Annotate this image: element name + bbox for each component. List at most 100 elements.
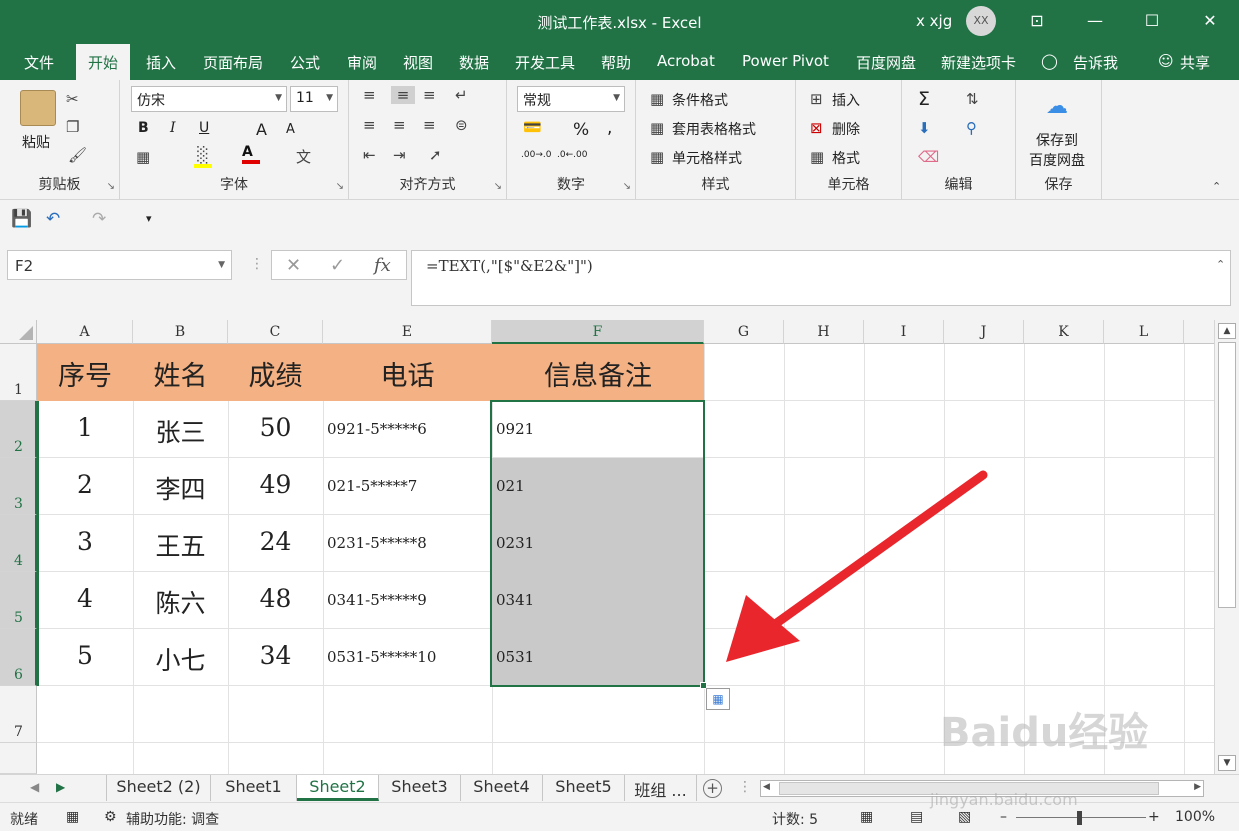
format-cells-icon[interactable]: ▦: [810, 148, 824, 166]
cell-b4[interactable]: 王五: [133, 527, 228, 563]
add-sheet-button[interactable]: +: [703, 779, 722, 798]
tab-baidu-netdisk[interactable]: 百度网盘: [856, 52, 916, 73]
row-header-3[interactable]: 3: [0, 458, 37, 515]
cell-b6[interactable]: 小七: [133, 641, 228, 677]
percent-button[interactable]: %: [573, 120, 589, 140]
share-icon[interactable]: ☺: [1158, 52, 1174, 70]
cell-e6[interactable]: 0531-5*****10: [323, 648, 492, 666]
customize-qat-icon[interactable]: ▾: [146, 212, 152, 225]
align-left-icon[interactable]: ≡: [363, 116, 376, 134]
close-button[interactable]: ✕: [1196, 8, 1224, 34]
scroll-left-icon[interactable]: ◀: [763, 782, 770, 792]
row-header-8[interactable]: [0, 743, 37, 774]
macro-record-icon[interactable]: ▦: [66, 809, 79, 825]
column-header-j[interactable]: J: [944, 320, 1024, 344]
cell-b2[interactable]: 张三: [133, 413, 228, 449]
sheet-tab-sheet5[interactable]: Sheet5: [543, 775, 625, 801]
tab-power-pivot[interactable]: Power Pivot: [742, 52, 829, 70]
save-icon[interactable]: 💾: [11, 209, 32, 229]
wrap-text-icon[interactable]: ↵: [455, 86, 468, 104]
grow-font-button[interactable]: A: [256, 120, 267, 139]
orientation-icon[interactable]: ➚: [429, 146, 442, 164]
lightbulb-icon[interactable]: ◯: [1041, 52, 1058, 70]
cell-e5[interactable]: 0341-5*****9: [323, 591, 492, 609]
sheet-tab-sheet3[interactable]: Sheet3: [379, 775, 461, 801]
sheet-tab-sheet2-2[interactable]: Sheet2 (2): [106, 775, 211, 801]
accessibility-icon[interactable]: ⚙: [104, 809, 117, 825]
format-cells-button[interactable]: 格式: [832, 148, 860, 168]
format-painter-icon[interactable]: 🖌: [68, 146, 87, 164]
alignment-launcher-icon[interactable]: ↘: [494, 181, 502, 192]
cell-a6[interactable]: 5: [37, 641, 133, 670]
column-header-b[interactable]: B: [133, 320, 228, 344]
drag-handle-icon[interactable]: ⋮: [250, 256, 264, 272]
cell-e2[interactable]: 0921-5*****6: [323, 420, 492, 438]
save-to-line1[interactable]: 保存到: [1036, 130, 1078, 150]
header-cell-note[interactable]: 信息备注: [492, 354, 704, 393]
fill-icon[interactable]: ⬇: [918, 119, 931, 137]
cell-c3[interactable]: 49: [228, 470, 323, 499]
formula-input[interactable]: =TEXT(,"[$"&E2&"]"): [411, 250, 1231, 306]
vertical-scroll-thumb[interactable]: [1218, 342, 1236, 608]
sheet-next-icon[interactable]: ▶: [56, 780, 65, 794]
tab-new-tab[interactable]: 新建选项卡: [941, 52, 1016, 73]
paste-button[interactable]: 粘贴: [22, 132, 50, 152]
collapse-formula-icon[interactable]: ⌃: [1216, 258, 1225, 271]
sheet-prev-icon[interactable]: ◀: [30, 780, 39, 794]
cell-c5[interactable]: 48: [228, 584, 323, 613]
insert-cells-icon[interactable]: ⊞: [810, 90, 823, 108]
cell-e4[interactable]: 0231-5*****8: [323, 534, 492, 552]
cell-b3[interactable]: 李四: [133, 470, 228, 506]
user-name[interactable]: x xjg: [916, 12, 952, 30]
name-box[interactable]: F2 ▼: [7, 250, 232, 280]
font-family-select[interactable]: 仿宋 ▼: [131, 86, 287, 112]
align-right-icon[interactable]: ≡: [423, 116, 436, 134]
insert-function-icon[interactable]: fx: [374, 255, 391, 276]
cancel-icon[interactable]: ✕: [286, 255, 301, 276]
paste-icon[interactable]: [20, 90, 56, 126]
scroll-up-icon[interactable]: ▲: [1218, 323, 1236, 339]
scroll-right-icon[interactable]: ▶: [1194, 782, 1201, 792]
row-header-6[interactable]: 6: [0, 629, 37, 686]
align-middle-icon[interactable]: ≡: [391, 86, 415, 104]
delete-cells-button[interactable]: 删除: [832, 119, 860, 139]
decrease-decimal-button[interactable]: .0←.00: [557, 150, 587, 160]
normal-view-icon[interactable]: ▦: [860, 809, 873, 825]
conditional-format-icon[interactable]: ▦: [650, 90, 664, 108]
underline-button[interactable]: U: [199, 120, 209, 136]
cell-c4[interactable]: 24: [228, 527, 323, 556]
column-header-h[interactable]: H: [784, 320, 864, 344]
tab-home[interactable]: 开始: [76, 44, 131, 80]
cut-icon[interactable]: ✂: [66, 90, 79, 108]
insert-cells-button[interactable]: 插入: [832, 90, 860, 110]
tab-insert[interactable]: 插入: [146, 52, 176, 73]
accessibility-status[interactable]: 辅助功能: 调查: [126, 809, 219, 829]
column-header-e[interactable]: E: [323, 320, 492, 344]
number-launcher-icon[interactable]: ↘: [623, 181, 631, 192]
number-format-select[interactable]: 常规 ▼: [517, 86, 625, 112]
enter-icon[interactable]: ✓: [330, 255, 345, 276]
border-icon[interactable]: ▦: [136, 148, 150, 166]
comma-button[interactable]: ,: [607, 118, 612, 138]
page-layout-view-icon[interactable]: ▤: [910, 809, 923, 825]
tab-file[interactable]: 文件: [24, 52, 54, 73]
column-header-g[interactable]: G: [704, 320, 784, 344]
sheet-tab-sheet2[interactable]: Sheet2: [297, 775, 379, 801]
select-all-button[interactable]: [0, 320, 37, 344]
column-header-f[interactable]: F: [492, 320, 704, 344]
zoom-out-button[interactable]: –: [1000, 809, 1007, 825]
tab-split-handle-icon[interactable]: ⋮: [738, 779, 752, 795]
row-header-5[interactable]: 5: [0, 572, 37, 629]
flash-fill-options-icon[interactable]: ▦: [706, 688, 730, 710]
cell-a5[interactable]: 4: [37, 584, 133, 613]
column-header-m[interactable]: [1184, 320, 1214, 344]
autosum-button[interactable]: Σ: [918, 88, 930, 110]
row-header-2[interactable]: 2: [0, 401, 37, 458]
redo-icon[interactable]: ↷: [92, 209, 106, 229]
sort-filter-icon[interactable]: ⇅: [966, 90, 979, 108]
tab-data[interactable]: 数据: [459, 52, 489, 73]
tab-developer[interactable]: 开发工具: [515, 52, 575, 73]
tab-help[interactable]: 帮助: [601, 52, 631, 73]
copy-icon[interactable]: ❐: [66, 118, 79, 136]
maximize-button[interactable]: ☐: [1138, 8, 1166, 34]
